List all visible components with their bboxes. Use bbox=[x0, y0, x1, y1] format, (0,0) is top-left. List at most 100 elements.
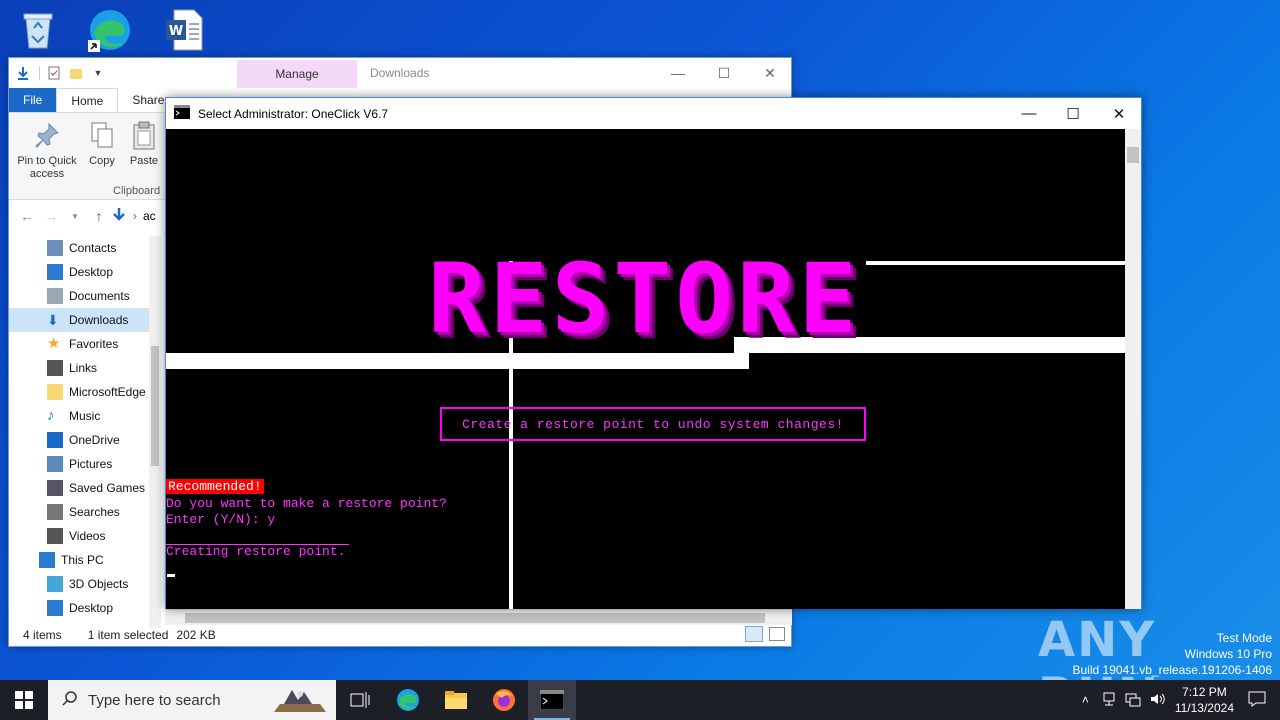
nav-item-label: Desktop bbox=[69, 265, 114, 279]
breadcrumb-chevron-icon: › bbox=[133, 209, 137, 223]
restore-title: RESTORE bbox=[428, 243, 861, 355]
nav-item-label: Videos bbox=[69, 529, 106, 543]
pin-label: Pin to Quick access bbox=[17, 155, 77, 180]
nav-item[interactable]: Saved Games bbox=[9, 476, 161, 500]
cmd-taskbar-button[interactable] bbox=[528, 680, 576, 720]
pc-icon bbox=[39, 552, 55, 568]
nav-item[interactable]: This PC bbox=[9, 548, 161, 572]
properties-icon[interactable] bbox=[46, 65, 62, 81]
close-button[interactable]: ✕ bbox=[747, 58, 793, 88]
nav-item[interactable]: Searches bbox=[9, 500, 161, 524]
creating-status: Creating restore point. bbox=[166, 544, 346, 559]
nav-item[interactable]: 3D Objects bbox=[9, 572, 161, 596]
clipboard-icon bbox=[130, 121, 158, 151]
console-scrollbar[interactable] bbox=[1125, 129, 1141, 609]
chevron-up-icon[interactable]: ˄ bbox=[1082, 693, 1089, 707]
edge-taskbar-button[interactable] bbox=[384, 680, 432, 720]
volume-icon[interactable] bbox=[1149, 691, 1165, 710]
chevron-down-icon[interactable]: ▼ bbox=[90, 65, 106, 81]
nav-item-label: Desktop bbox=[69, 601, 114, 615]
nav-item-label: 3D Objects bbox=[69, 577, 129, 591]
large-icons-view-icon[interactable] bbox=[769, 627, 785, 641]
clock-time: 7:12 PM bbox=[1182, 685, 1227, 699]
watermark-line2: Windows 10 Pro bbox=[1184, 647, 1272, 661]
tab-home[interactable]: Home bbox=[56, 88, 119, 112]
videos-icon bbox=[47, 528, 63, 544]
up-icon[interactable]: ↑ bbox=[87, 204, 111, 228]
nav-item[interactable]: Pictures bbox=[9, 452, 161, 476]
firefox-taskbar-button[interactable] bbox=[480, 680, 528, 720]
nav-item-label: Saved Games bbox=[69, 481, 146, 495]
cube-icon bbox=[47, 576, 63, 592]
edge-icon bbox=[397, 689, 419, 711]
minimize-button[interactable]: — bbox=[655, 58, 701, 88]
clock[interactable]: 7:12 PM 11/13/2024 bbox=[1175, 684, 1234, 716]
cmd-icon bbox=[174, 105, 190, 122]
download-arrow-icon[interactable] bbox=[15, 65, 31, 81]
details-view-icon[interactable] bbox=[745, 626, 763, 642]
paste-label: Paste bbox=[129, 155, 159, 167]
edge-shortcut-icon[interactable] bbox=[86, 6, 134, 54]
nav-item[interactable]: Documents bbox=[9, 284, 161, 308]
navigation-pane: Contacts Desktop Documents ⬇ Downloads ★ Favor… bbox=[9, 236, 161, 628]
network-icon[interactable] bbox=[1125, 691, 1141, 710]
file-explorer-taskbar-button[interactable] bbox=[432, 680, 480, 720]
tab-file[interactable]: File bbox=[9, 88, 57, 112]
music-icon: ♪ bbox=[47, 407, 55, 424]
nav-item[interactable]: Desktop bbox=[9, 596, 161, 620]
selection-status: 1 item selected bbox=[87, 628, 169, 642]
network-adapter-icon[interactable] bbox=[1101, 691, 1117, 710]
cloud-icon bbox=[47, 432, 63, 448]
start-button[interactable] bbox=[0, 680, 48, 720]
explorer-horizontal-scrollbar[interactable] bbox=[165, 609, 792, 625]
back-icon[interactable]: ← bbox=[15, 204, 39, 228]
console-maximize-button[interactable]: ☐ bbox=[1050, 98, 1096, 129]
nav-item[interactable]: Links bbox=[9, 356, 161, 380]
pin-quick-access-button[interactable]: Pin to Quick access bbox=[15, 121, 79, 181]
nav-item-label: Searches bbox=[69, 505, 120, 519]
nav-item[interactable]: MicrosoftEdge bbox=[9, 380, 161, 404]
nav-item-label: Favorites bbox=[69, 337, 119, 351]
link-icon bbox=[47, 360, 63, 376]
item-count: 4 items bbox=[23, 628, 62, 642]
notifications-icon[interactable] bbox=[1248, 691, 1266, 710]
nav-item-label: Downloads bbox=[69, 313, 129, 327]
nav-item[interactable]: ⬇ Downloads bbox=[9, 308, 161, 332]
task-view-button[interactable] bbox=[336, 680, 384, 720]
recycle-bin-icon[interactable] bbox=[14, 6, 62, 54]
search-icon bbox=[47, 504, 63, 520]
folder-icon bbox=[47, 384, 63, 400]
manage-tab[interactable]: Manage bbox=[237, 60, 357, 88]
forward-icon[interactable]: → bbox=[39, 204, 63, 228]
new-folder-icon[interactable] bbox=[68, 65, 84, 81]
word-document-icon[interactable]: W bbox=[160, 6, 208, 54]
render-glitch bbox=[866, 261, 1126, 265]
nav-item[interactable]: Contacts bbox=[9, 236, 161, 260]
search-placeholder: Type here to search bbox=[88, 691, 221, 709]
console-close-button[interactable]: ✕ bbox=[1096, 98, 1142, 129]
nav-item[interactable]: Videos bbox=[9, 524, 161, 548]
paste-button[interactable]: Paste bbox=[127, 121, 161, 168]
restore-description-box: Create a restore point to undo system ch… bbox=[440, 407, 866, 441]
maximize-button[interactable]: ☐ bbox=[701, 58, 747, 88]
search-icon bbox=[62, 690, 78, 710]
address-text[interactable]: ac bbox=[143, 209, 156, 223]
console-minimize-button[interactable]: — bbox=[1006, 98, 1052, 129]
nav-item[interactable]: ★ Favorites bbox=[9, 332, 161, 356]
nav-item[interactable]: ♪ Music bbox=[9, 404, 161, 428]
task-view-icon bbox=[350, 692, 370, 708]
status-bar: 4 items 1 item selected 202 KB bbox=[9, 624, 791, 646]
nav-scrollbar[interactable] bbox=[149, 236, 161, 628]
pictures-icon bbox=[47, 456, 63, 472]
taskbar-search-box[interactable]: Type here to search bbox=[48, 680, 336, 720]
copy-button[interactable]: Copy bbox=[87, 121, 117, 168]
clock-date: 11/13/2024 bbox=[1174, 701, 1234, 715]
nav-item-label: Contacts bbox=[69, 241, 117, 255]
console-output[interactable]: RESTORE Create a restore point to undo s… bbox=[166, 129, 1126, 609]
nav-item[interactable]: OneDrive bbox=[9, 428, 161, 452]
search-highlight-icon bbox=[270, 684, 330, 720]
nav-item[interactable]: Desktop bbox=[9, 260, 161, 284]
pin-icon bbox=[33, 121, 61, 151]
contacts-icon bbox=[47, 240, 63, 256]
chevron-down-icon[interactable]: ▼ bbox=[63, 204, 87, 228]
